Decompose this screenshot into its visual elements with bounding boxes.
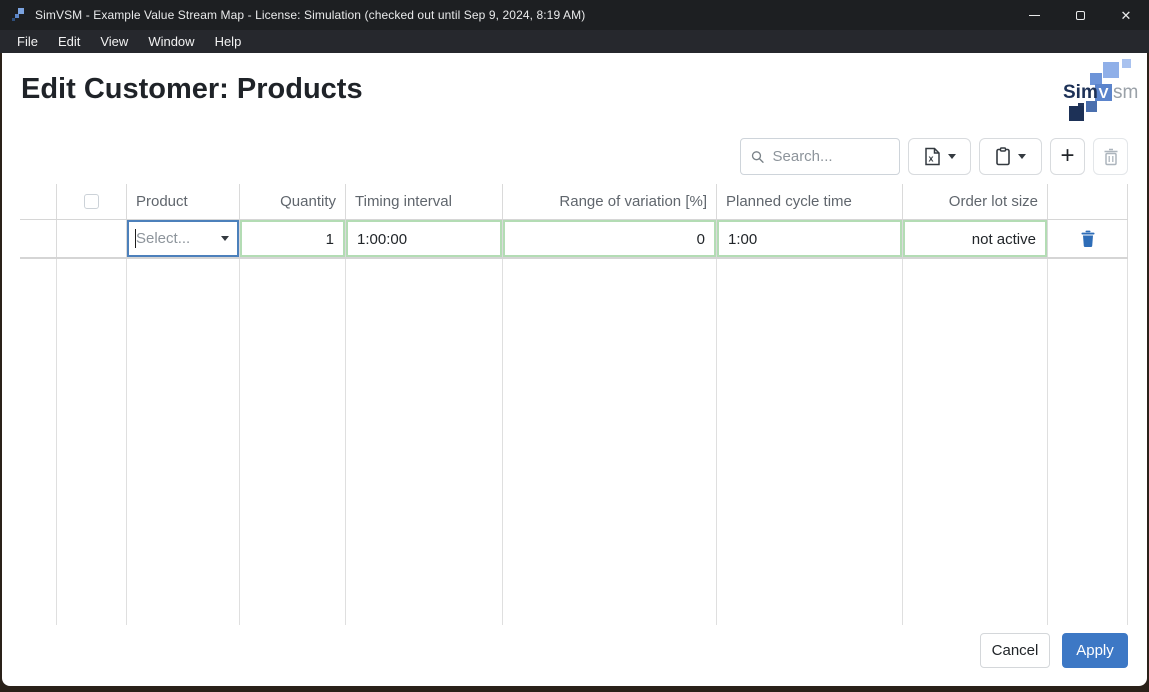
body-gridline-col [127,259,240,625]
apply-button[interactable]: Apply [1062,633,1128,668]
timing-interval-input[interactable]: 1:00:00 [346,220,502,257]
header-row-handle [20,184,57,219]
close-icon: ✕ [1120,7,1132,23]
maximize-button[interactable] [1057,0,1103,30]
menu-view[interactable]: View [90,30,138,53]
window-controls: ✕ [1011,0,1149,30]
svg-text:x: x [928,154,933,164]
cancel-button[interactable]: Cancel [980,633,1050,668]
maximize-icon [1075,10,1085,20]
quantity-cell: 1 [240,220,346,257]
select-all-checkbox[interactable] [84,194,99,209]
timing-interval-cell: 1:00:00 [346,220,503,257]
header-select-all [57,184,127,219]
header-range-of-variation[interactable]: Range of variation [%] [503,184,717,219]
body-gridline-col [503,259,717,625]
body-gridline-col [1048,259,1128,625]
body-gridline-col [240,259,346,625]
minimize-icon [1028,14,1040,16]
order-lot-size-cell: not active [903,220,1048,257]
delete-row-button[interactable] [1048,220,1127,257]
chevron-down-icon [1018,154,1026,159]
table-row: Select... 1 1:00:00 0 1:00 not active [20,220,1128,259]
header-order-lot-size[interactable]: Order lot size [903,184,1048,219]
search-box[interactable] [740,138,900,175]
trash-icon [1081,230,1094,247]
clipboard-icon [996,147,1010,166]
page-title: Edit Customer: Products [21,73,363,105]
quantity-input[interactable]: 1 [240,220,345,257]
header-timing-interval[interactable]: Timing interval [346,184,503,219]
window-title: SimVSM - Example Value Stream Map - Lice… [35,8,586,22]
order-lot-size-input[interactable]: not active [903,220,1047,257]
paste-dropdown-button[interactable] [979,138,1042,175]
minimize-button[interactable] [1011,0,1057,30]
body-gridline-col [346,259,503,625]
export-excel-dropdown-button[interactable]: x [908,138,971,175]
dialog-footer: Cancel Apply [980,633,1128,668]
excel-file-icon: x [924,147,940,166]
app-logo-icon [12,8,24,21]
simvsm-logo: Sim V sm [1063,59,1138,121]
svg-text:Sim: Sim [1063,82,1098,103]
chevron-down-icon [221,236,229,241]
menubar: File Edit View Window Help [0,30,1149,53]
header-actions [1048,184,1128,219]
planned-cycle-time-cell: 1:00 [717,220,903,257]
product-select-placeholder: Select... [136,230,191,247]
header-planned-cycle-time[interactable]: Planned cycle time [717,184,903,219]
body-gridline-col [903,259,1048,625]
header-quantity[interactable]: Quantity [240,184,346,219]
menu-file[interactable]: File [7,30,48,53]
product-select[interactable]: Select... [127,220,239,257]
body-gridline-col [717,259,903,625]
trash-icon [1104,148,1117,165]
titlebar: SimVSM - Example Value Stream Map - Lice… [0,0,1149,30]
row-checkbox-cell[interactable] [57,220,127,257]
range-of-variation-input[interactable]: 0 [503,220,716,257]
menu-help[interactable]: Help [205,30,252,53]
range-of-variation-cell: 0 [503,220,717,257]
chevron-down-icon [947,154,956,159]
svg-text:sm: sm [1113,82,1138,103]
products-table: Product Quantity Timing interval Range o… [20,184,1128,625]
menu-edit[interactable]: Edit [48,30,90,53]
search-icon [751,150,764,163]
app-window: SimVSM - Example Value Stream Map - Lice… [0,0,1149,692]
close-button[interactable]: ✕ [1103,0,1149,30]
plus-icon: + [1060,141,1075,169]
body-gridline-col [57,259,127,625]
header-product[interactable]: Product [127,184,240,219]
row-handle-cell [20,220,57,257]
product-cell: Select... [127,220,240,257]
search-input[interactable] [772,148,889,165]
menu-window[interactable]: Window [138,30,204,53]
dialog-client-area: Edit Customer: Products Sim V sm Search.… [2,53,1147,686]
table-toolbar: x + [740,138,1128,175]
table-empty-body [20,259,1128,625]
add-row-button[interactable]: + [1050,138,1085,175]
delete-rows-button[interactable] [1093,138,1128,175]
row-actions-cell [1048,220,1128,257]
planned-cycle-time-input[interactable]: 1:00 [717,220,902,257]
body-gridline-col [20,259,57,625]
table-header-row: Product Quantity Timing interval Range o… [20,184,1128,220]
svg-text:V: V [1099,85,1109,102]
